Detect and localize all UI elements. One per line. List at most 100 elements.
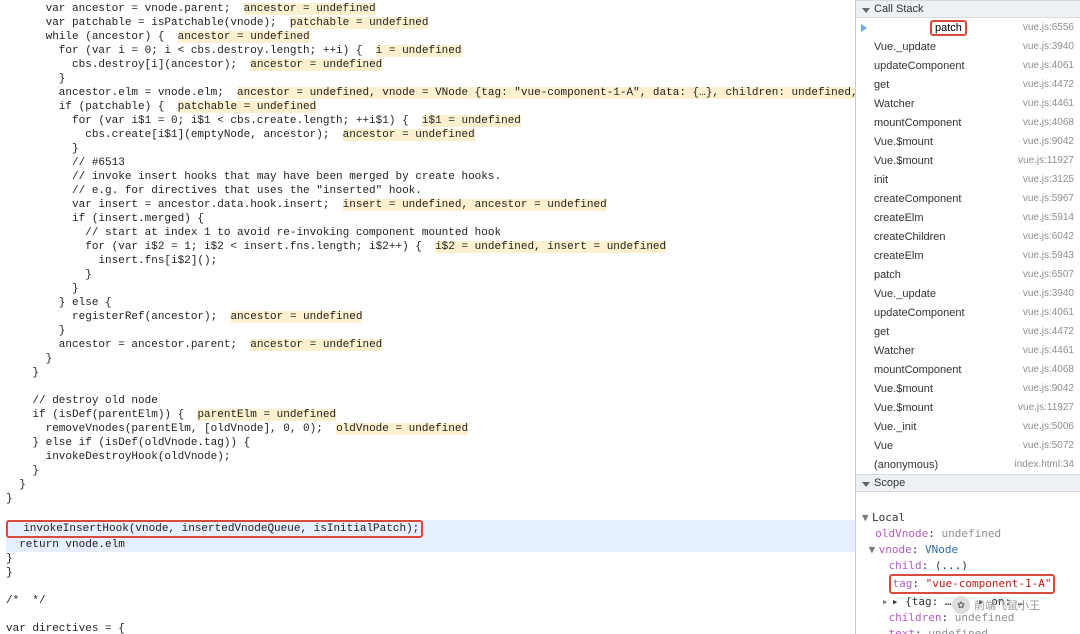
callstack-frame[interactable]: getvue.js:4472 [856,75,1080,94]
callstack-frame[interactable]: createElmvue.js:5914 [856,208,1080,227]
callstack-frame[interactable]: Vue._updatevue.js:3940 [856,37,1080,56]
callstack-frame[interactable]: getvue.js:4472 [856,322,1080,341]
code-line[interactable]: insert.fns[i$2](); [6,254,855,268]
code-line[interactable]: } [6,324,855,338]
frame-function: mountComponent [874,364,961,376]
code-line[interactable] [6,506,855,520]
frame-function: Vue.$mount [874,383,933,395]
code-line[interactable]: ancestor = ancestor.parent; ancestor = u… [6,338,855,352]
code-line[interactable]: } else if (isDef(oldVnode.tag)) { [6,436,855,450]
code-line[interactable]: // e.g. for directives that uses the "in… [6,184,855,198]
code-line[interactable]: var ancestor = vnode.parent; ancestor = … [6,2,855,16]
code-line[interactable]: } [6,352,855,366]
tag-value-highlight: tag: "vue-component-1-A" [889,574,1056,594]
frame-function: Vue._init [874,421,916,433]
code-line[interactable]: if (insert.merged) { [6,212,855,226]
callstack-frame[interactable]: Watchervue.js:4461 [856,94,1080,113]
current-frame-arrow-icon [861,24,867,32]
code-line[interactable]: // start at index 1 to avoid re-invoking… [6,226,855,240]
code-line[interactable] [6,380,855,394]
code-line[interactable]: } else { [6,296,855,310]
code-line[interactable]: } [6,566,855,580]
code-line[interactable]: var directives = { [6,622,855,634]
callstack-frame[interactable]: patchvue.js:6556 [856,18,1080,37]
code-line[interactable]: } [6,478,855,492]
callstack-frame[interactable]: Vue._init vue.js:5006 [856,417,1080,436]
frame-location: vue.js:4461 [1023,345,1074,356]
frame-location: vue.js:9042 [1023,383,1074,394]
code-line[interactable]: if (isDef(parentElm)) { parentElm = unde… [6,408,855,422]
code-line[interactable]: for (var i = 0; i < cbs.destroy.length; … [6,44,855,58]
frame-function: createChildren [874,231,946,243]
code-line[interactable]: } [6,366,855,380]
code-line[interactable]: } [6,142,855,156]
code-line[interactable] [6,580,855,594]
callstack-frame[interactable]: Vue.$mountvue.js:9042 [856,132,1080,151]
frame-function: updateComponent [874,60,965,72]
callstack-frame[interactable]: Vuevue.js:5072 [856,436,1080,455]
frame-function: patch [874,269,901,281]
code-line[interactable]: ancestor.elm = vnode.elm; ancestor = und… [6,86,855,100]
code-line[interactable]: cbs.create[i$1](emptyNode, ancestor); an… [6,128,855,142]
frame-function: init [874,174,888,186]
code-line[interactable]: return vnode.elm [6,538,855,552]
callstack-frame[interactable]: createChildrenvue.js:6042 [856,227,1080,246]
code-line[interactable]: for (var i$2 = 1; i$2 < insert.fns.lengt… [6,240,855,254]
callstack-frame[interactable]: createComponentvue.js:5967 [856,189,1080,208]
frame-function: patch [930,20,967,36]
code-line[interactable]: } [6,282,855,296]
code-line[interactable]: removeVnodes(parentElm, [oldVnode], 0, 0… [6,422,855,436]
frame-location: vue.js:4068 [1023,117,1074,128]
frame-function: Vue._update [874,41,936,53]
callstack-frame[interactable]: mountComponentvue.js:4068 [856,360,1080,379]
code-line[interactable]: } [6,552,855,566]
code-line[interactable]: } [6,268,855,282]
code-line[interactable]: } [6,492,855,506]
frame-function: Vue.$mount [874,136,933,148]
frame-location: vue.js:11927 [1018,155,1074,166]
callstack-frame[interactable]: updateComponentvue.js:4061 [856,56,1080,75]
code-line[interactable]: } [6,464,855,478]
callstack-frame[interactable]: patch vue.js:6507 [856,265,1080,284]
code-line[interactable]: } [6,72,855,86]
code-line[interactable]: var patchable = isPatchable(vnode); patc… [6,16,855,30]
code-line[interactable]: if (patchable) { patchable = undefined [6,100,855,114]
chevron-down-icon [862,5,870,13]
source-code-pane[interactable]: var ancestor = vnode.parent; ancestor = … [0,0,855,634]
callstack-header[interactable]: Call Stack [856,0,1080,18]
code-line[interactable]: // invoke insert hooks that may have bee… [6,170,855,184]
frame-location: vue.js:5006 [1023,421,1074,432]
code-line[interactable]: /* */ [6,594,855,608]
scope-title: Scope [874,477,905,489]
code-line[interactable]: invokeDestroyHook(oldVnode); [6,450,855,464]
frame-location: vue.js:3940 [1023,288,1074,299]
scope-header[interactable]: Scope [856,474,1080,492]
code-line[interactable]: registerRef(ancestor); ancestor = undefi… [6,310,855,324]
frame-function: get [874,326,889,338]
code-line[interactable]: invokeInsertHook(vnode, insertedVnodeQue… [6,520,855,538]
code-line[interactable]: while (ancestor) { ancestor = undefined [6,30,855,44]
callstack-frame[interactable]: updateComponentvue.js:4061 [856,303,1080,322]
callstack-list[interactable]: patchvue.js:6556Vue._updatevue.js:3940up… [856,18,1080,474]
code-line[interactable]: for (var i$1 = 0; i$1 < cbs.create.lengt… [6,114,855,128]
code-line[interactable]: cbs.destroy[i](ancestor); ancestor = und… [6,58,855,72]
callstack-frame[interactable]: createElmvue.js:5943 [856,246,1080,265]
code-line[interactable] [6,608,855,622]
callstack-frame[interactable]: Vue._updatevue.js:3940 [856,284,1080,303]
frame-location: vue.js:11927 [1018,402,1074,413]
code-line[interactable]: // #6513 [6,156,855,170]
code-line[interactable]: // destroy old node [6,394,855,408]
callstack-frame[interactable]: Vue.$mount vue.js:9042 [856,379,1080,398]
callstack-frame[interactable]: Vue.$mountvue.js:11927 [856,398,1080,417]
callstack-frame[interactable]: Vue.$mountvue.js:11927 [856,151,1080,170]
callstack-frame[interactable]: (anonymous)index.html:34 [856,455,1080,474]
callstack-frame[interactable]: initvue.js:3125 [856,170,1080,189]
frame-location: vue.js:6507 [1023,269,1074,280]
code-line[interactable]: var insert = ancestor.data.hook.insert; … [6,198,855,212]
frame-location: vue.js:4472 [1023,79,1074,90]
frame-function: (anonymous) [874,459,938,471]
frame-location: vue.js:5914 [1023,212,1074,223]
frame-location: vue.js:5967 [1023,193,1074,204]
callstack-frame[interactable]: Watchervue.js:4461 [856,341,1080,360]
callstack-frame[interactable]: mountComponentvue.js:4068 [856,113,1080,132]
